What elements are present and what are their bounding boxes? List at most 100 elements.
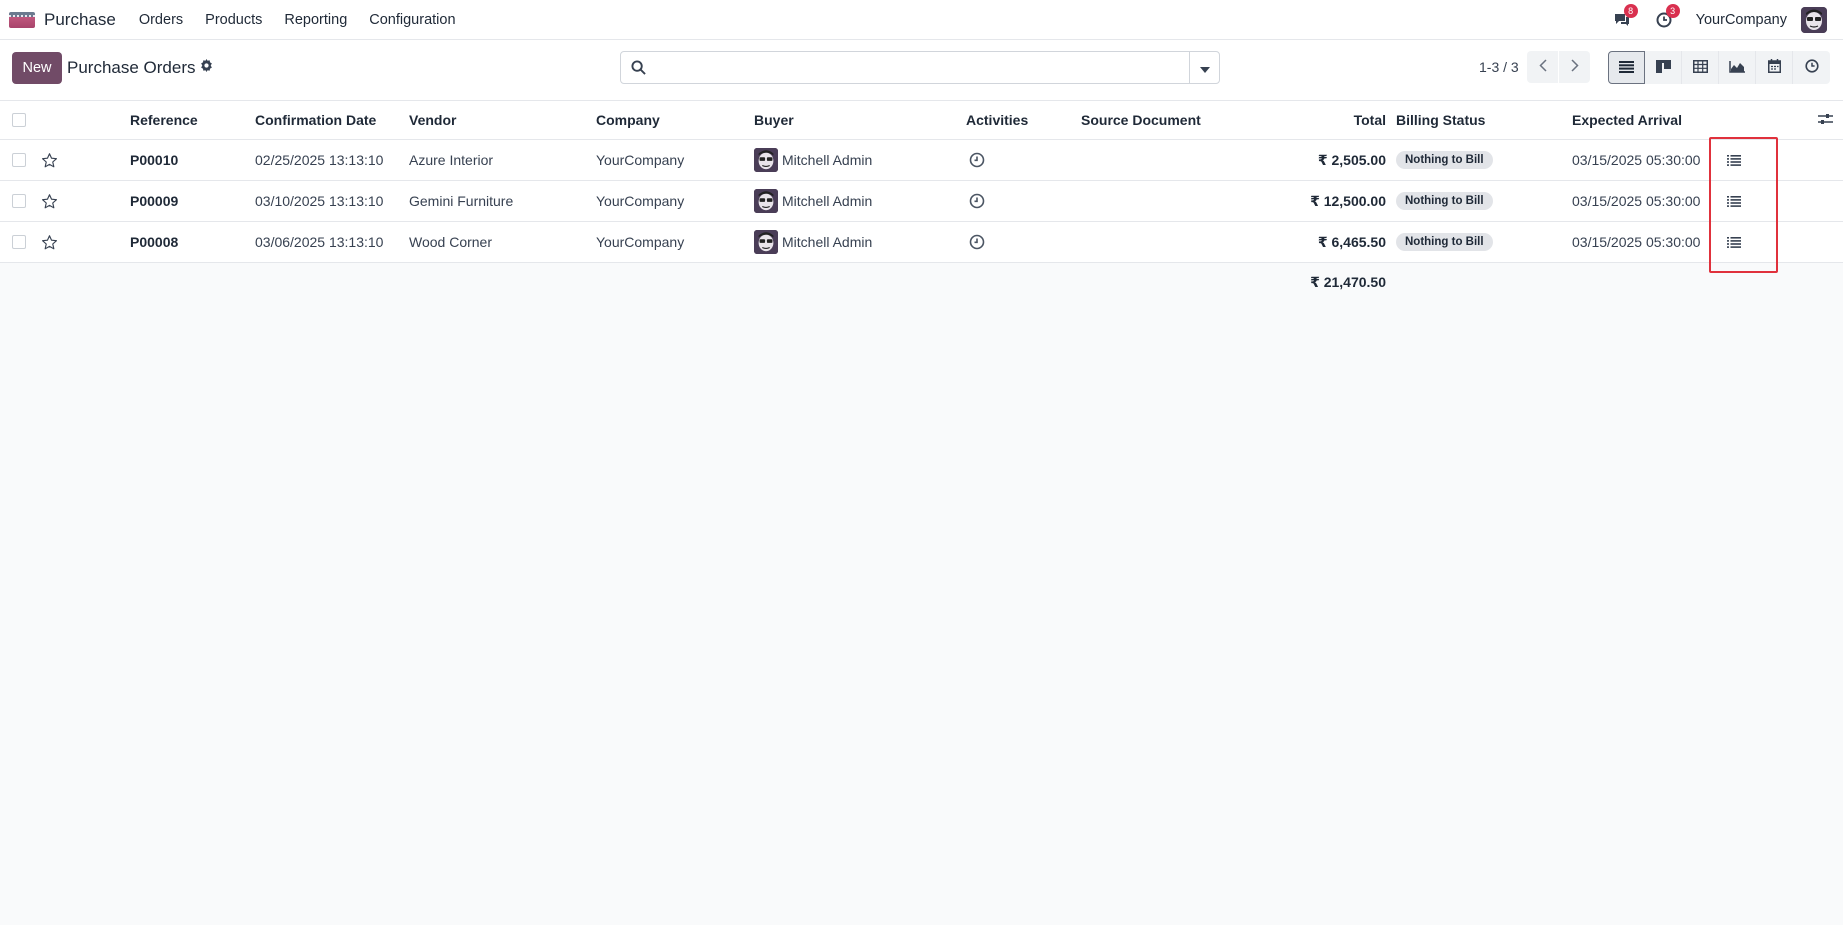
activities-clock-icon[interactable]: 3	[1654, 4, 1680, 30]
buyer-avatar[interactable]	[754, 189, 778, 213]
list-details-icon[interactable]	[1727, 140, 1741, 180]
pivot-view-button[interactable]	[1682, 51, 1719, 84]
activities-badge: 3	[1665, 4, 1680, 18]
cell-buyer: Mitchell Admin	[754, 140, 872, 180]
row-select-cell	[12, 222, 26, 262]
kanban-view-icon	[1655, 59, 1671, 76]
caret-down-icon	[1199, 60, 1210, 76]
header-billing-status[interactable]: Billing Status	[1396, 101, 1485, 139]
buyer-name: Mitchell Admin	[782, 234, 873, 250]
app-name[interactable]: Purchase	[44, 10, 116, 30]
cell-vendor: Wood Corner	[409, 234, 493, 250]
priority-star-icon[interactable]	[41, 222, 58, 262]
optional-columns-toggle[interactable]	[1818, 101, 1833, 139]
gear-icon[interactable]	[200, 59, 214, 73]
pager-value[interactable]: 1-3 / 3	[1479, 59, 1519, 75]
activity-view-button[interactable]	[1793, 51, 1830, 84]
messages-icon[interactable]: 8	[1612, 4, 1638, 30]
cell-total: ₹ 12,500.00	[1310, 192, 1386, 209]
menu-reporting[interactable]: Reporting	[273, 12, 358, 28]
company-switcher[interactable]: YourCompany	[1696, 12, 1787, 28]
kanban-view-button[interactable]	[1645, 51, 1682, 84]
cell-expected-arrival: 03/15/2025 05:30:00	[1572, 152, 1701, 168]
cell-total: ₹ 2,505.00	[1317, 151, 1386, 168]
row-checkbox[interactable]	[12, 235, 26, 249]
graph-view-icon	[1729, 60, 1745, 76]
header-source-document[interactable]: Source Document	[1081, 101, 1201, 139]
cell-confirmation-date: 03/06/2025 13:13:10	[255, 234, 384, 250]
header-expected-arrival[interactable]: Expected Arrival	[1572, 101, 1682, 139]
user-avatar[interactable]	[1801, 7, 1827, 33]
cell-reference: P00009	[130, 193, 179, 209]
header-reference[interactable]: Reference	[130, 101, 198, 139]
table-row[interactable]: P00008 03/06/2025 13:13:10 Wood Corner Y…	[0, 222, 1843, 263]
pager-next-button[interactable]	[1559, 51, 1590, 83]
sliders-icon	[1818, 112, 1833, 128]
list-view-icon	[1619, 60, 1634, 76]
table-row[interactable]: P00009 03/10/2025 13:13:10 Gemini Furnit…	[0, 181, 1843, 222]
messages-badge: 8	[1623, 4, 1638, 18]
cell-reference: P00008	[130, 234, 179, 250]
pivot-view-icon	[1692, 59, 1708, 76]
menu-orders[interactable]: Orders	[128, 12, 194, 28]
search-bar[interactable]	[620, 51, 1220, 84]
cell-confirmation-date: 02/25/2025 13:13:10	[255, 152, 384, 168]
select-all-checkbox[interactable]	[12, 113, 26, 127]
cell-vendor: Azure Interior	[409, 152, 494, 168]
billing-status-badge: Nothing to Bill	[1396, 151, 1493, 169]
chevron-right-icon	[1570, 59, 1579, 75]
cell-expected-arrival: 03/15/2025 05:30:00	[1572, 193, 1701, 209]
header-confirmation-date[interactable]: Confirmation Date	[255, 101, 376, 139]
header-company[interactable]: Company	[596, 101, 660, 139]
calendar-view-button[interactable]	[1756, 51, 1793, 84]
cell-billing-status: Nothing to Bill	[1396, 222, 1493, 262]
list-details-icon[interactable]	[1727, 181, 1741, 221]
view-switcher	[1608, 51, 1830, 84]
cell-company: YourCompany	[596, 152, 685, 168]
cell-total: ₹ 6,465.50	[1317, 233, 1386, 250]
cell-buyer: Mitchell Admin	[754, 181, 872, 221]
cell-billing-status: Nothing to Bill	[1396, 140, 1493, 180]
cell-vendor: Gemini Furniture	[409, 193, 514, 209]
buyer-avatar[interactable]	[754, 230, 778, 254]
header-total[interactable]: Total	[1300, 101, 1386, 139]
purchase-app-icon[interactable]	[9, 11, 35, 28]
table-footer: ₹ 21,470.50	[0, 263, 1843, 301]
calendar-view-icon	[1767, 59, 1781, 76]
header-vendor[interactable]: Vendor	[409, 101, 456, 139]
priority-star-icon[interactable]	[41, 140, 58, 180]
pager-previous-button[interactable]	[1527, 51, 1558, 83]
search-options-toggle[interactable]	[1189, 52, 1219, 83]
activity-clock-icon[interactable]	[969, 140, 985, 180]
graph-view-button[interactable]	[1719, 51, 1756, 84]
list-details-icon[interactable]	[1727, 222, 1741, 262]
activity-clock-icon[interactable]	[969, 181, 985, 221]
row-select-cell	[12, 181, 26, 221]
top-navbar: Purchase Orders Products Reporting Confi…	[0, 0, 1843, 40]
row-select-cell	[12, 140, 26, 180]
search-input[interactable]	[655, 56, 1175, 80]
billing-status-badge: Nothing to Bill	[1396, 192, 1493, 210]
cell-reference: P00010	[130, 152, 179, 168]
list-view-button[interactable]	[1608, 51, 1645, 84]
cell-company: YourCompany	[596, 234, 685, 250]
activity-view-icon	[1804, 59, 1819, 76]
header-buyer[interactable]: Buyer	[754, 101, 794, 139]
activity-clock-icon[interactable]	[969, 222, 985, 262]
table-header: Reference Confirmation Date Vendor Compa…	[0, 101, 1843, 140]
new-button[interactable]: New	[12, 52, 62, 84]
billing-status-badge: Nothing to Bill	[1396, 233, 1493, 251]
control-panel: New Purchase Orders 1-3 / 3	[0, 40, 1843, 101]
row-checkbox[interactable]	[12, 194, 26, 208]
priority-star-icon[interactable]	[41, 181, 58, 221]
search-icon	[631, 60, 646, 78]
menu-products[interactable]: Products	[194, 12, 273, 28]
buyer-name: Mitchell Admin	[782, 152, 873, 168]
header-activities[interactable]: Activities	[966, 101, 1028, 139]
chevron-left-icon	[1538, 59, 1547, 75]
buyer-avatar[interactable]	[754, 148, 778, 172]
row-checkbox[interactable]	[12, 153, 26, 167]
cell-expected-arrival: 03/15/2025 05:30:00	[1572, 234, 1701, 250]
menu-configuration[interactable]: Configuration	[358, 12, 466, 28]
table-row[interactable]: P00010 02/25/2025 13:13:10 Azure Interio…	[0, 140, 1843, 181]
